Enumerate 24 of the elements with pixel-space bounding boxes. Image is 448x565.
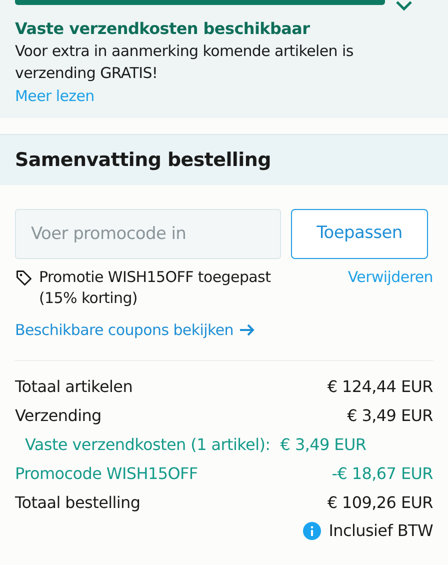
tag-icon xyxy=(15,269,33,287)
applied-promo-text: Promotie WISH15OFF toegepast (15% korting) xyxy=(39,267,272,309)
promo-code-field[interactable]: Voer promocode in xyxy=(15,209,281,259)
row-value: -€ 18,67 EUR xyxy=(332,463,433,485)
apply-button[interactable]: Toepassen xyxy=(291,209,428,259)
coupons-link[interactable]: Beschikbare coupons bekijken xyxy=(15,319,433,342)
row-label: Promocode WISH15OFF xyxy=(15,463,198,485)
chevron-icon xyxy=(395,0,413,12)
row-label: Totaal bestelling xyxy=(15,492,140,514)
info-icon xyxy=(302,522,321,540)
summary-title: Samenvatting bestelling xyxy=(15,148,271,173)
notice-title: Vaste verzendkosten beschikbaar xyxy=(15,18,311,40)
row-value: € 109,26 EUR xyxy=(327,492,433,514)
row-value: € 3,49 EUR xyxy=(280,434,366,456)
row-value: € 3,49 EUR xyxy=(347,405,433,427)
row-value: € 124,44 EUR xyxy=(327,376,433,398)
row-label: Totaal artikelen xyxy=(15,376,133,398)
row-label: Vaste verzendkosten (1 artikel): xyxy=(25,434,270,456)
row-label: Verzending xyxy=(15,405,102,427)
tax-note: Inclusief BTW xyxy=(328,520,433,542)
notice-text: Voor extra in aanmerking komende artikelen is verzending GRATIS! xyxy=(15,41,354,84)
arrow-right-icon xyxy=(239,323,256,338)
remove-link[interactable]: Verwijderen xyxy=(348,267,433,309)
read-more-link[interactable]: Meer lezen xyxy=(15,87,94,105)
